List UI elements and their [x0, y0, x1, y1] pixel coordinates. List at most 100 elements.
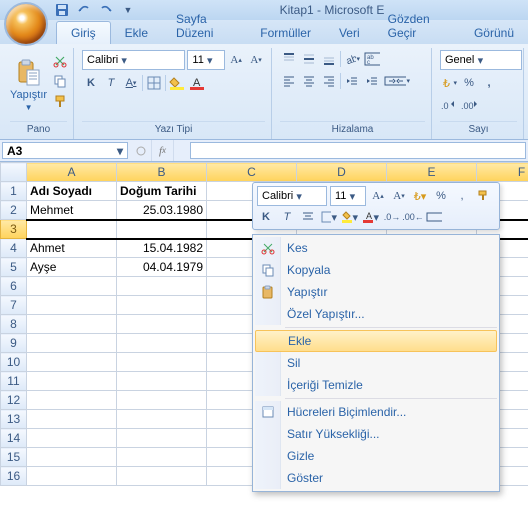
bold-button[interactable]: K — [257, 208, 275, 226]
row-header[interactable]: 16 — [1, 467, 27, 486]
align-left-icon[interactable] — [280, 72, 298, 90]
row-header[interactable]: 12 — [1, 391, 27, 410]
tab-page-layout[interactable]: Sayfa Düzeni — [162, 8, 246, 44]
shrink-font-icon[interactable]: A▾ — [390, 187, 408, 205]
comma-format-icon[interactable]: , — [453, 187, 471, 205]
cell[interactable]: 15.04.1982 — [117, 239, 207, 258]
row-header-selected[interactable]: 3 — [1, 220, 27, 239]
align-middle-icon[interactable] — [300, 50, 318, 68]
row-header[interactable]: 4 — [1, 239, 27, 258]
tab-data[interactable]: Veri — [325, 22, 374, 44]
fill-color-icon[interactable]: ▾ — [341, 208, 359, 226]
row-header[interactable]: 1 — [1, 182, 27, 201]
qat-customize-icon[interactable]: ▼ — [120, 2, 136, 18]
percent-format-icon[interactable]: % — [460, 74, 478, 92]
format-painter-icon[interactable] — [51, 92, 69, 110]
accounting-format-icon[interactable]: ₺▾ — [440, 74, 458, 92]
col-header-c[interactable]: C — [207, 163, 297, 182]
mini-size-combo[interactable]: 11▾ — [330, 186, 366, 206]
select-all-corner[interactable] — [1, 163, 27, 182]
formula-bar[interactable] — [190, 142, 526, 159]
merge-center-icon[interactable] — [425, 208, 443, 226]
office-button[interactable] — [4, 2, 48, 46]
row-header[interactable]: 14 — [1, 429, 27, 448]
format-painter-icon[interactable] — [474, 187, 492, 205]
ctx-delete[interactable]: Sil — [255, 352, 497, 374]
ctx-paste-special[interactable]: Özel Yapıştır... — [255, 303, 497, 325]
font-size-combo[interactable]: 11 ▾ — [187, 50, 225, 70]
shrink-font-icon[interactable]: A▾ — [247, 51, 265, 69]
col-header-a[interactable]: A — [27, 163, 117, 182]
accounting-format-icon[interactable]: ₺▾ — [411, 187, 429, 205]
copy-icon[interactable] — [51, 72, 69, 90]
paste-button[interactable]: Yapıştır ▼ — [10, 50, 47, 121]
ctx-insert[interactable]: Ekle — [255, 330, 497, 352]
align-center-icon[interactable] — [299, 208, 317, 226]
grow-font-icon[interactable]: A▴ — [369, 187, 387, 205]
row-header[interactable]: 9 — [1, 334, 27, 353]
decrease-indent-icon[interactable] — [343, 72, 361, 90]
row-header[interactable]: 5 — [1, 258, 27, 277]
col-header-e[interactable]: E — [387, 163, 477, 182]
align-bottom-icon[interactable] — [320, 50, 338, 68]
grow-font-icon[interactable]: A▴ — [227, 51, 245, 69]
redo-icon[interactable] — [98, 2, 114, 18]
cell[interactable]: Mehmet — [27, 201, 117, 220]
decrease-decimal-icon[interactable]: .00← — [404, 208, 422, 226]
font-name-combo[interactable]: Calibri ▾ — [82, 50, 185, 70]
save-icon[interactable] — [54, 2, 70, 18]
col-header-b[interactable]: B — [117, 163, 207, 182]
increase-indent-icon[interactable] — [363, 72, 381, 90]
cell[interactable]: Ahmet — [27, 239, 117, 258]
merge-center-icon[interactable]: ▾ — [383, 72, 411, 90]
row-header[interactable]: 10 — [1, 353, 27, 372]
align-center-icon[interactable] — [300, 72, 318, 90]
font-color-icon[interactable]: A — [188, 74, 206, 92]
tab-home[interactable]: Giriş — [56, 21, 111, 44]
row-header[interactable]: 13 — [1, 410, 27, 429]
cell-selected[interactable] — [27, 220, 117, 239]
font-color-icon[interactable]: A▾ — [362, 208, 380, 226]
percent-format-icon[interactable]: % — [432, 187, 450, 205]
align-right-icon[interactable] — [320, 72, 338, 90]
tab-formulas[interactable]: Formüller — [246, 22, 325, 44]
cell[interactable]: 04.04.1979 — [117, 258, 207, 277]
undo-icon[interactable] — [76, 2, 92, 18]
cell[interactable]: Adı Soyadı — [27, 182, 117, 201]
ctx-clear-contents[interactable]: İçeriği Temizle — [255, 374, 497, 396]
insert-function-icon[interactable]: fx — [152, 140, 174, 161]
cell[interactable]: 25.03.1980 — [117, 201, 207, 220]
tab-review[interactable]: Gözden Geçir — [374, 8, 460, 44]
ctx-copy[interactable]: Kopyala — [255, 259, 497, 281]
ctx-unhide[interactable]: Göster — [255, 467, 497, 489]
col-header-d[interactable]: D — [297, 163, 387, 182]
cut-icon[interactable] — [51, 52, 69, 70]
align-top-icon[interactable] — [280, 50, 298, 68]
comma-format-icon[interactable]: , — [480, 74, 498, 92]
cell[interactable]: Ayşe — [27, 258, 117, 277]
tab-view[interactable]: Görünü — [460, 22, 528, 44]
cancel-formula-icon[interactable] — [130, 140, 152, 161]
wrap-text-icon[interactable]: abc — [363, 50, 381, 68]
row-header[interactable]: 8 — [1, 315, 27, 334]
mini-font-combo[interactable]: Calibri▾ — [257, 186, 327, 206]
ctx-row-height[interactable]: Satır Yüksekliği... — [255, 423, 497, 445]
ctx-paste[interactable]: Yapıştır — [255, 281, 497, 303]
ctx-cut[interactable]: Kes — [255, 237, 497, 259]
bold-button[interactable]: K — [82, 74, 100, 92]
row-header[interactable]: 11 — [1, 372, 27, 391]
row-header[interactable]: 15 — [1, 448, 27, 467]
borders-icon[interactable] — [145, 74, 163, 92]
name-box[interactable]: A3 ▾ — [2, 142, 128, 159]
fill-color-icon[interactable] — [168, 74, 186, 92]
cell[interactable] — [117, 220, 207, 239]
increase-decimal-icon[interactable]: .0→ — [383, 208, 401, 226]
italic-button[interactable]: T — [278, 208, 296, 226]
row-header[interactable]: 6 — [1, 277, 27, 296]
increase-decimal-icon[interactable]: .0 — [440, 96, 458, 114]
ctx-hide[interactable]: Gizle — [255, 445, 497, 467]
italic-button[interactable]: T — [102, 74, 120, 92]
row-header[interactable]: 2 — [1, 201, 27, 220]
decrease-decimal-icon[interactable]: .00 — [460, 96, 478, 114]
underline-button[interactable]: A▾ — [122, 74, 140, 92]
